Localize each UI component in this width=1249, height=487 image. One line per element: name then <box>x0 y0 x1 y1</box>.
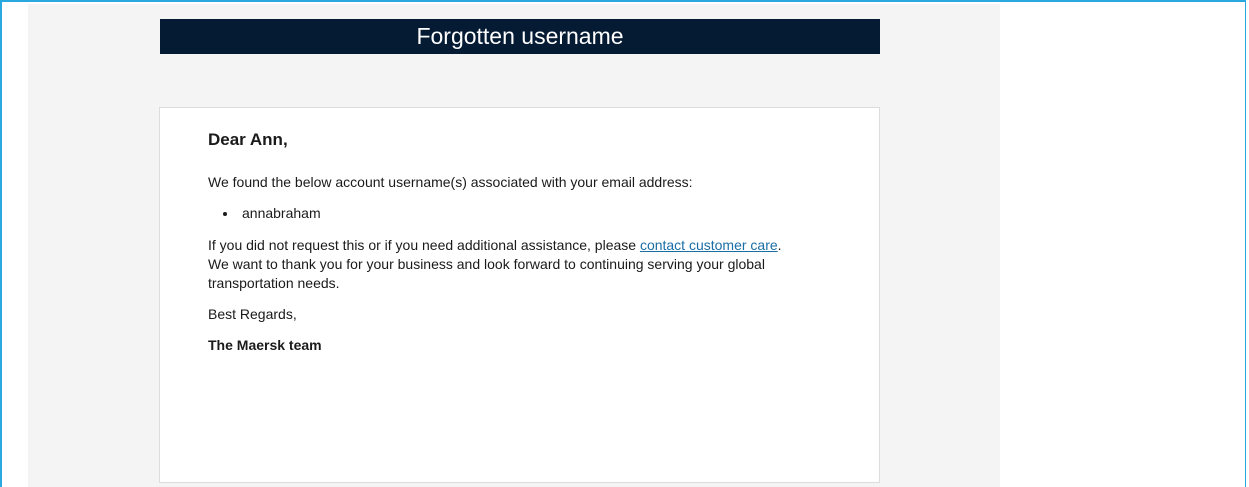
greeting: Dear Ann, <box>208 130 288 149</box>
help-text-end: . <box>777 237 782 253</box>
help-paragraph: If you did not request this or if you ne… <box>208 236 798 293</box>
signature: The Maersk team <box>208 337 322 353</box>
thanks-text: We want to thank you for your business a… <box>208 256 765 291</box>
email-content: Dear Ann, We found the below account use… <box>208 130 808 355</box>
username-list: annabraham <box>208 204 808 223</box>
contact-customer-care-link[interactable]: contact customer care <box>640 237 778 253</box>
help-text: If you did not request this or if you ne… <box>208 237 640 253</box>
intro-text: We found the below account username(s) a… <box>208 174 693 190</box>
regards: Best Regards, <box>208 306 297 322</box>
username-item: annabraham <box>238 204 808 223</box>
email-card: Dear Ann, We found the below account use… <box>159 107 880 483</box>
email-header-title: Forgotten username <box>160 19 880 54</box>
